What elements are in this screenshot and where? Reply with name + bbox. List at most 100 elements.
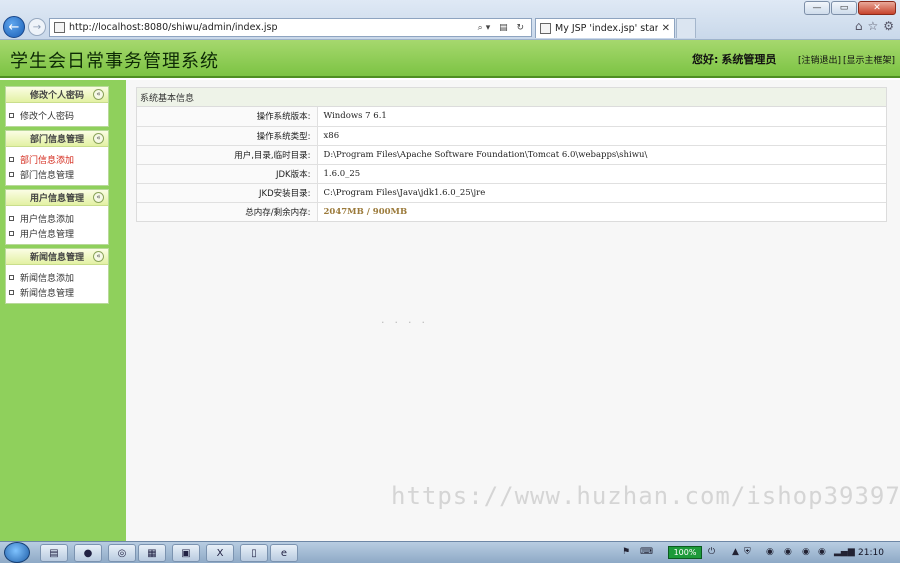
sidebar-item-user-manage[interactable]: 用户信息管理 — [6, 226, 108, 241]
sidebar-item-label: 新闻信息管理 — [20, 289, 75, 299]
tray-bluetooth-icon[interactable]: ⚑ — [622, 547, 630, 557]
sidebar-item-label: 修改个人密码 — [20, 112, 75, 122]
show-main-frame-link[interactable]: [显示主框架] — [843, 53, 895, 66]
collapse-icon[interactable]: « — [93, 251, 104, 262]
sidebar-item-label: 新闻信息添加 — [20, 274, 75, 284]
row-label: 总内存/剩余内存: — [137, 201, 318, 221]
sidebar-item-label: 用户信息管理 — [20, 230, 75, 240]
collapse-icon[interactable]: « — [93, 192, 104, 203]
system-info-panel: 系统基本信息 操作系统版本: Windows 7 6.1 操作系统类型: x86… — [136, 87, 887, 222]
username: 系统管理员 — [721, 53, 777, 66]
search-refresh-icons[interactable]: ⌕▾ ▤ ↻ — [478, 23, 531, 33]
tray-security-icon[interactable]: ⛨ — [744, 547, 751, 557]
tray-power-icon[interactable]: ⏻ — [708, 547, 715, 557]
tray-signal-icon[interactable]: ▂▄▆ — [834, 547, 855, 557]
collapse-icon[interactable]: « — [93, 133, 104, 144]
taskbar-app-icon[interactable]: ◎ — [108, 544, 136, 562]
sidebar-item-label: 部门信息管理 — [20, 171, 75, 181]
app-title: 学生会日常事务管理系统 — [10, 51, 219, 72]
address-bar[interactable]: http://localhost:8080/shiwu/admin/index.… — [49, 18, 532, 37]
table-row: 总内存/剩余内存: 2047MB / 900MB — [137, 201, 886, 221]
row-value: x86 — [317, 125, 886, 145]
taskbar-explorer-icon[interactable]: ▤ — [40, 544, 68, 562]
menu-group-title: 用户信息管理 — [29, 194, 84, 204]
window-controls: — ▭ ✕ — [804, 1, 896, 15]
close-tab-icon[interactable]: ✕ — [658, 23, 674, 34]
tray-expand-icon[interactable]: ▲ — [732, 547, 739, 557]
new-tab-button[interactable] — [676, 18, 696, 38]
menu-group-news: 新闻信息管理 « 新闻信息添加 新闻信息管理 — [5, 248, 109, 304]
sidebar-item-change-password[interactable]: 修改个人密码 — [6, 108, 108, 123]
taskbar-notepad-icon[interactable]: ▯ — [240, 544, 268, 562]
table-row: 用户,目录,临时目录: D:\Program Files\Apache Soft… — [137, 144, 886, 164]
memory-separator: / — [363, 206, 373, 217]
menu-group-title: 修改个人密码 — [29, 91, 84, 101]
taskbar-ie-icon[interactable]: e — [270, 544, 298, 562]
address-url[interactable]: http://localhost:8080/shiwu/admin/index.… — [69, 22, 478, 33]
taskbar-excel-icon[interactable]: X — [206, 544, 234, 562]
bullet-icon — [9, 290, 14, 295]
browser-tab[interactable]: My JSP 'index.jsp' startin... ✕ — [535, 18, 675, 38]
collapse-icon[interactable]: « — [93, 89, 104, 100]
menu-group-user: 用户信息管理 « 用户信息添加 用户信息管理 — [5, 189, 109, 245]
row-label: 操作系统类型: — [137, 125, 318, 145]
arrow-right-icon: → — [32, 21, 42, 33]
battery-indicator[interactable]: 100% — [668, 546, 702, 559]
table-row: 操作系统类型: x86 — [137, 125, 886, 145]
taskbar-tool-icon[interactable]: ▣ — [172, 544, 200, 562]
total-memory: 2047MB — [323, 206, 364, 217]
sidebar-item-department-add[interactable]: 部门信息添加 — [6, 152, 108, 167]
row-value: D:\Program Files\Apache Software Foundat… — [317, 144, 886, 164]
row-value: 1.6.0_25 — [317, 163, 886, 183]
bullet-icon — [9, 275, 14, 280]
menu-group-header[interactable]: 修改个人密码 « — [6, 87, 108, 103]
menu-group-header[interactable]: 部门信息管理 « — [6, 131, 108, 147]
panel-title: 系统基本信息 — [137, 88, 886, 107]
start-button[interactable] — [4, 542, 30, 563]
tray-keyboard-icon[interactable]: ⌨ — [640, 547, 653, 557]
menu-group-header[interactable]: 新闻信息管理 « — [6, 249, 108, 265]
row-label: 用户,目录,临时目录: — [137, 144, 318, 164]
table-row: JDK版本: 1.6.0_25 — [137, 163, 886, 183]
restore-button[interactable]: ▭ — [831, 1, 857, 15]
taskbar-firefox-icon[interactable]: ● — [74, 544, 102, 562]
clock[interactable]: 21:10 — [858, 548, 884, 558]
sidebar-item-news-add[interactable]: 新闻信息添加 — [6, 270, 108, 285]
free-memory: 900MB — [372, 206, 408, 217]
sidebar-item-user-add[interactable]: 用户信息添加 — [6, 211, 108, 226]
back-button[interactable]: ← — [3, 16, 25, 38]
loading-dots-icon: ···· — [381, 316, 435, 329]
tray-qq-icon-2[interactable]: ◉ — [784, 547, 792, 557]
close-window-button[interactable]: ✕ — [858, 1, 896, 15]
bullet-icon — [9, 216, 14, 221]
tray-qq-icon-4[interactable]: ◉ — [818, 547, 826, 557]
system-info-table: 操作系统版本: Windows 7 6.1 操作系统类型: x86 用户,目录,… — [137, 107, 886, 221]
browser-tools: ⌂ ☆ ⚙ — [855, 19, 894, 33]
bullet-icon — [9, 172, 14, 177]
bullet-icon — [9, 113, 14, 118]
tray-qq-icon[interactable]: ◉ — [766, 547, 774, 557]
browser-chrome: — ▭ ✕ ← → http://localhost:8080/shiwu/ad… — [0, 0, 900, 40]
table-row: JKD安装目录: C:\Program Files\Java\jdk1.6.0_… — [137, 182, 886, 202]
tray-qq-icon-3[interactable]: ◉ — [802, 547, 810, 557]
menu-group-title: 新闻信息管理 — [29, 253, 84, 263]
main-content: 系统基本信息 操作系统版本: Windows 7 6.1 操作系统类型: x86… — [126, 80, 900, 541]
menu-group-header[interactable]: 用户信息管理 « — [6, 190, 108, 206]
sidebar-item-news-manage[interactable]: 新闻信息管理 — [6, 285, 108, 300]
forward-button[interactable]: → — [28, 18, 46, 36]
table-row: 操作系统版本: Windows 7 6.1 — [137, 107, 886, 126]
menu-group-title: 部门信息管理 — [29, 135, 84, 145]
taskbar-folder-icon[interactable]: ▦ — [138, 544, 166, 562]
menu-group-department: 部门信息管理 « 部门信息添加 部门信息管理 — [5, 130, 109, 186]
arrow-left-icon: ← — [8, 19, 20, 35]
home-icon[interactable]: ⌂ — [855, 19, 863, 33]
page-icon — [54, 22, 65, 33]
logout-link[interactable]: [注销退出] — [798, 53, 841, 66]
gear-icon[interactable]: ⚙ — [883, 19, 894, 33]
sidebar-item-department-manage[interactable]: 部门信息管理 — [6, 167, 108, 182]
favorites-star-icon[interactable]: ☆ — [867, 19, 878, 33]
watermark: https://www.huzhan.com/ishop39397 — [391, 482, 900, 510]
minimize-button[interactable]: — — [804, 1, 830, 15]
bullet-icon — [9, 231, 14, 236]
row-label: 操作系统版本: — [137, 107, 318, 126]
